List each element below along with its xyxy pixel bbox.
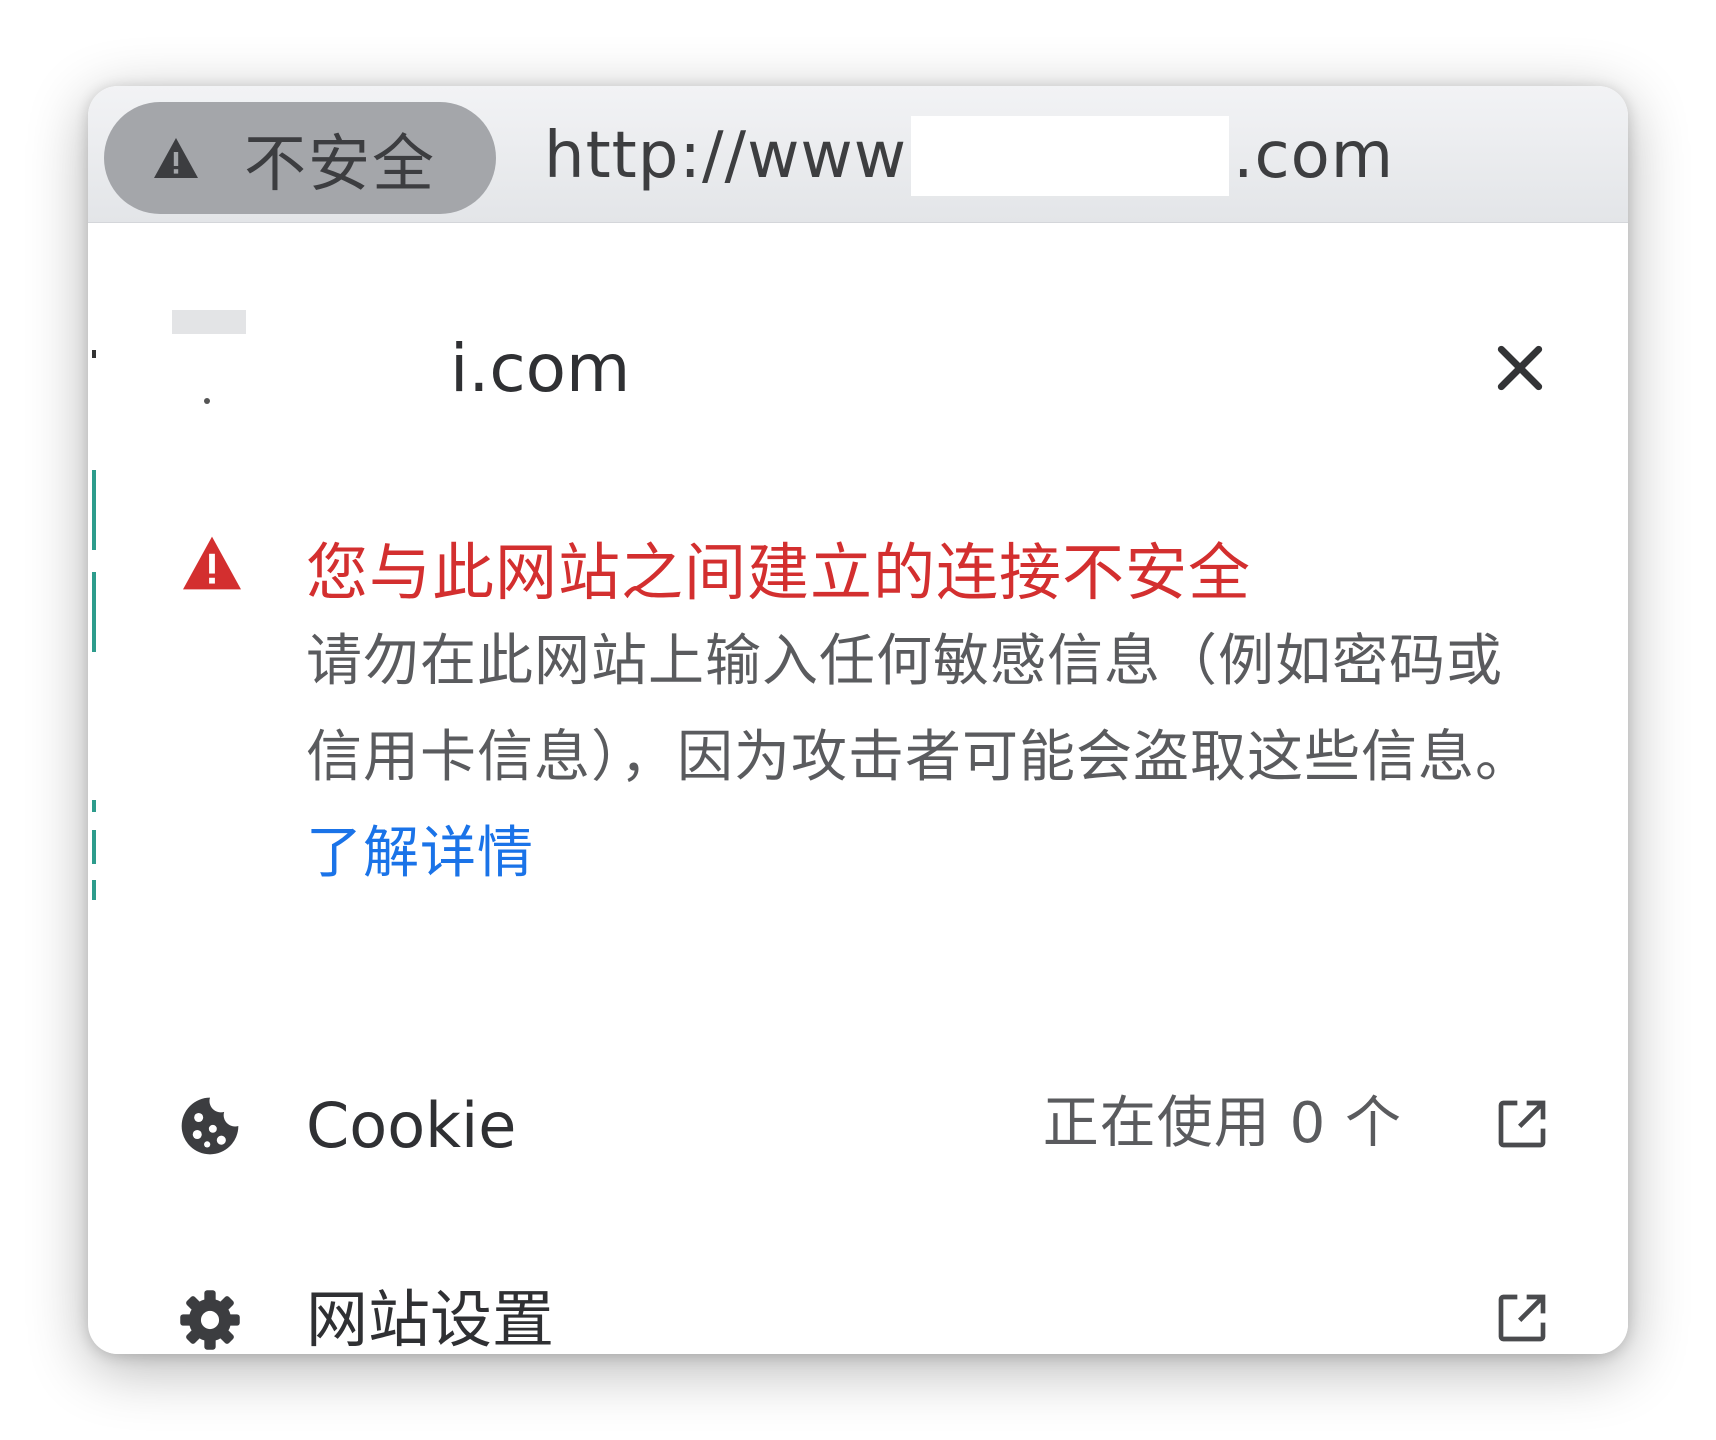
- cookie-label: Cookie: [306, 1089, 517, 1162]
- close-icon[interactable]: [1492, 340, 1548, 396]
- site-settings-label: 网站设置: [306, 1283, 555, 1354]
- connection-warning-body: 请勿在此网站上输入任何敏感信息（例如密码或信用卡信息），因为攻击者可能会盗取这些…: [306, 614, 1536, 902]
- site-domain: i.com: [450, 330, 631, 407]
- open-external-icon[interactable]: [1494, 1096, 1550, 1152]
- connection-warning-title: 您与此网站之间建立的连接不安全: [306, 536, 1252, 609]
- open-external-icon[interactable]: [1494, 1290, 1550, 1346]
- background-page-edge: [92, 350, 98, 990]
- warning-body-text: 请勿在此网站上输入任何敏感信息（例如密码或信用卡信息），因为攻击者可能会盗取这些…: [306, 629, 1532, 790]
- browser-window: 不安全 http://www .com i.com 您与此网站之间建立的连接不安…: [88, 86, 1628, 1354]
- security-chip[interactable]: 不安全: [104, 102, 496, 214]
- url-prefix: http://www: [544, 119, 908, 193]
- url-redaction: [911, 116, 1230, 196]
- url-text[interactable]: http://www .com: [544, 116, 1394, 196]
- warning-triangle-icon: [154, 138, 198, 178]
- site-settings-row[interactable]: 网站设置: [94, 1254, 1628, 1354]
- warning-triangle-icon: [183, 536, 241, 590]
- security-chip-label: 不安全: [244, 127, 437, 200]
- cookie-icon: [181, 1097, 239, 1155]
- site-favicon: [172, 310, 246, 410]
- site-info-popup: i.com 您与此网站之间建立的连接不安全 请勿在此网站上输入任何敏感信息（例如…: [92, 230, 1628, 1354]
- address-bar[interactable]: 不安全 http://www .com: [88, 86, 1628, 223]
- cookie-count: 正在使用 0 个: [1042, 1091, 1402, 1156]
- cookie-row[interactable]: Cookie 正在使用 0 个: [94, 1060, 1628, 1190]
- learn-more-link[interactable]: 了解详情: [306, 821, 534, 886]
- gear-icon: [180, 1290, 240, 1350]
- url-suffix: .com: [1233, 119, 1395, 193]
